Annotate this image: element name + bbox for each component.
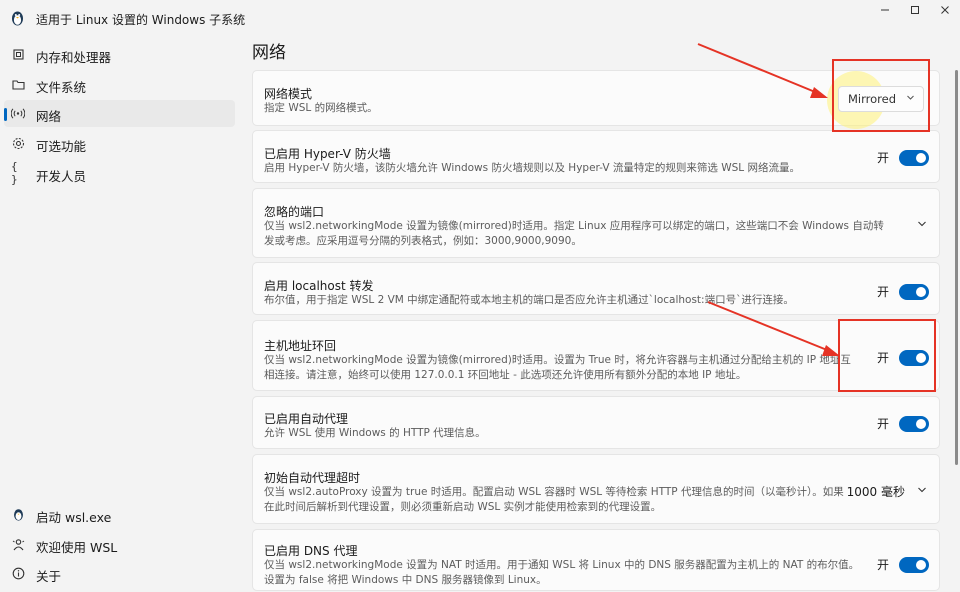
toggle-state-label: 开 [876, 558, 889, 572]
sidebar-item-label: 启动 wsl.exe [36, 510, 112, 525]
toggle-state-label: 开 [876, 285, 889, 299]
folder-icon [11, 77, 25, 91]
braces-icon: { } [11, 160, 18, 186]
title-bar: 适用于 Linux 设置的 Windows 子系统 [0, 0, 960, 36]
sidebar-item-label: 网络 [36, 109, 62, 124]
toggle-state-label: 开 [876, 151, 889, 165]
setting-title: 主机地址环回 [264, 339, 337, 353]
setting-card-auto-proxy-timeout[interactable]: 初始自动代理超时 仅当 wsl2.autoProxy 设置为 true 时适用。… [252, 454, 940, 524]
setting-title: 已启用自动代理 [264, 412, 349, 426]
setting-title: 启用 localhost 转发 [264, 279, 374, 293]
close-icon [941, 6, 949, 14]
minimize-button[interactable] [870, 0, 900, 20]
setting-description: 启用 Hyper-V 防火墙，该防火墙允许 Windows 防火墙规则以及 Hy… [264, 162, 800, 174]
maximize-button[interactable] [900, 0, 930, 20]
sidebar-item-launch-wsl[interactable]: 启动 wsl.exe [4, 501, 235, 528]
toggle-switch[interactable] [899, 283, 929, 300]
sidebar-item-label: 内存和处理器 [36, 50, 112, 65]
sidebar-item-label: 欢迎使用 WSL [36, 540, 118, 555]
sidebar-item-label: 关于 [36, 569, 62, 584]
annotation-box-dropdown [832, 59, 930, 132]
toggle-switch[interactable] [899, 556, 929, 573]
chevron-down-icon[interactable] [917, 219, 927, 232]
setting-card-ignored-ports[interactable]: 忽略的端口 仅当 wsl2.networkingMode 设置为镜像(mirro… [252, 188, 940, 258]
hyperv-firewall-toggle[interactable]: 开 [877, 149, 929, 166]
setting-description: 仅当 wsl2.networkingMode 设置为镜像(mirrored)时适… [264, 354, 851, 381]
setting-title: 已启用 Hyper-V 防火墙 [264, 147, 391, 161]
setting-card-localhost-forwarding: 启用 localhost 转发 布尔值，用于指定 WSL 2 VM 中绑定通配符… [252, 262, 940, 315]
setting-title: 已启用 DNS 代理 [264, 544, 358, 558]
toggle-switch[interactable] [899, 149, 929, 166]
close-button[interactable] [930, 0, 960, 20]
setting-card-dns-proxy: 已启用 DNS 代理 仅当 wsl2.networkingMode 设置为 NA… [252, 529, 940, 591]
sidebar-item-network[interactable]: 网络 [4, 100, 235, 127]
chevron-down-icon[interactable] [917, 485, 927, 498]
setting-card-host-address-loopback: 主机地址环回 仅当 wsl2.networkingMode 设置为镜像(mirr… [252, 320, 940, 391]
window-title: 适用于 Linux 设置的 Windows 子系统 [36, 13, 246, 27]
gear-icon [11, 136, 25, 150]
network-icon [11, 106, 25, 120]
scrollbar-thumb[interactable] [955, 70, 958, 465]
timeout-value: 1000 毫秒 [846, 485, 905, 499]
setting-description: 仅当 wsl2.networkingMode 设置为 NAT 时适用。用于通知 … [264, 559, 860, 586]
setting-card-hyperv-firewall: 已启用 Hyper-V 防火墙 启用 Hyper-V 防火墙，该防火墙允许 Wi… [252, 130, 940, 183]
setting-card-auto-proxy: 已启用自动代理 允许 WSL 使用 Windows 的 HTTP 代理信息。 开 [252, 396, 940, 449]
penguin-icon [11, 507, 25, 521]
setting-description: 仅当 wsl2.autoProxy 设置为 true 时适用。配置启动 WSL … [264, 486, 844, 513]
memory-icon [11, 47, 25, 61]
sidebar-item-memory[interactable]: 内存和处理器 [4, 41, 235, 68]
setting-description: 仅当 wsl2.networkingMode 设置为镜像(mirrored)时适… [264, 220, 884, 247]
setting-title: 初始自动代理超时 [264, 471, 361, 485]
sidebar-item-developer[interactable]: { } 开发人员 [4, 160, 235, 187]
setting-description: 允许 WSL 使用 Windows 的 HTTP 代理信息。 [264, 427, 486, 439]
sidebar-item-about[interactable]: 关于 [4, 560, 235, 587]
minimize-icon [881, 9, 889, 11]
sidebar-item-filesystem[interactable]: 文件系统 [4, 71, 235, 98]
selection-indicator [4, 108, 7, 121]
toggle-switch[interactable] [899, 415, 929, 432]
sidebar-item-label: 可选功能 [36, 139, 87, 154]
toggle-state-label: 开 [876, 417, 889, 431]
annotation-box-toggle [838, 319, 936, 392]
dns-proxy-toggle[interactable]: 开 [877, 556, 929, 573]
penguin-icon [12, 11, 23, 26]
sidebar-item-optional-features[interactable]: 可选功能 [4, 130, 235, 157]
sidebar-item-welcome[interactable]: 欢迎使用 WSL [4, 531, 235, 558]
maximize-icon [911, 6, 919, 14]
welcome-icon [11, 537, 25, 551]
localhost-forwarding-toggle[interactable]: 开 [877, 283, 929, 300]
setting-description: 布尔值，用于指定 WSL 2 VM 中绑定通配符或本地主机的端口是否应允许主机通… [264, 294, 794, 306]
sidebar-item-label: 开发人员 [36, 169, 87, 184]
info-icon [11, 566, 25, 580]
setting-title: 忽略的端口 [264, 205, 325, 219]
page-title: 网络 [252, 43, 286, 63]
sidebar-item-label: 文件系统 [36, 80, 87, 95]
auto-proxy-toggle[interactable]: 开 [877, 415, 929, 432]
